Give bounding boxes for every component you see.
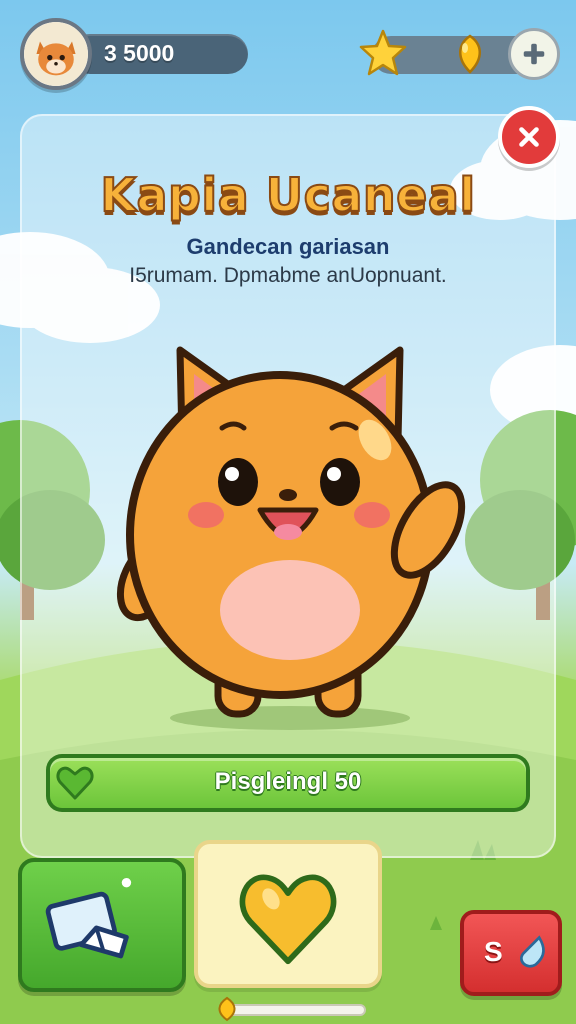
close-icon [519,127,539,147]
shop-button[interactable]: S [460,910,562,996]
progress-label: Pisgleingl 50 [214,768,362,795]
pet-character[interactable] [110,330,470,730]
interact-button[interactable] [18,858,186,992]
pet-subtitle: Gandecan gariasan [186,234,390,259]
page-slider[interactable] [226,1004,366,1016]
gold-gem-icon [459,34,481,74]
close-button[interactable] [498,106,560,168]
fox-avatar-icon [24,22,88,86]
plus-icon [523,43,545,65]
coin-count: 3 5000 [104,40,175,66]
slider-knob-icon[interactable] [214,996,240,1022]
shop-label: S [484,936,503,967]
add-currency-button[interactable] [508,28,560,80]
pet-description: I5rumam. Dpmabme anUopnuant. [129,264,447,287]
player-avatar[interactable] [20,18,92,90]
hand-pointer-icon [45,877,132,959]
love-button[interactable] [194,840,382,988]
droplet-icon [520,935,545,968]
pet-name-title: Kapia Ucaneal [99,167,476,223]
heart-icon [239,874,337,965]
star-icon [359,29,407,76]
